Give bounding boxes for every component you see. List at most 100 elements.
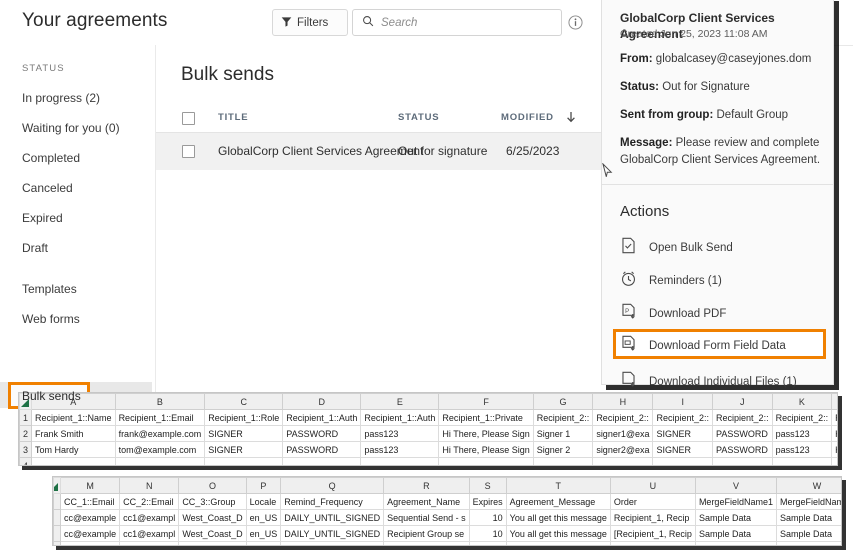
sidebar-item-waiting-for-you[interactable]: Waiting for you (0) — [22, 121, 120, 135]
spreadsheet-cell[interactable]: Recipient_1::Private — [438, 409, 534, 426]
spreadsheet-cell[interactable]: Hi There, Please Sign — [438, 441, 534, 458]
spreadsheet-row[interactable]: 4 — [19, 457, 837, 465]
column-letter-header[interactable]: J — [712, 393, 773, 410]
spreadsheet-cell[interactable]: pass123 — [360, 441, 440, 458]
spreadsheet-cell[interactable] — [592, 457, 654, 465]
spreadsheet-cell[interactable]: Sample Data — [694, 525, 777, 542]
spreadsheet-cell[interactable]: Hi There, Please Sign — [438, 425, 534, 442]
spreadsheet-row[interactable]: 3 Tom Hardy tom@example.com SIGNER PASSWORD p… — [19, 441, 837, 458]
spreadsheet-cell[interactable]: MergeFieldName2 — [775, 493, 841, 510]
spreadsheet-cell[interactable]: frank@example.com — [114, 425, 206, 442]
column-letter-header[interactable]: P — [245, 477, 282, 494]
search-input[interactable]: Search — [352, 9, 562, 36]
column-letter-header[interactable]: D — [282, 393, 362, 410]
spreadsheet-cell[interactable]: West_Coast_D — [178, 525, 247, 542]
action-download-pdf[interactable]: P Download PDF — [620, 300, 825, 327]
column-letter-header[interactable]: I — [652, 393, 714, 410]
column-letter-header[interactable]: O — [178, 477, 247, 494]
sidebar-item-canceled[interactable]: Canceled — [22, 181, 73, 195]
spreadsheet-cell[interactable]: signer2@exa — [592, 441, 654, 458]
spreadsheet-cell[interactable]: Hi There, Ple — [831, 441, 837, 458]
spreadsheet-cell[interactable]: Frank Smith — [31, 425, 116, 442]
sidebar-item-expired[interactable]: Expired — [22, 211, 63, 225]
spreadsheet-cell[interactable]: 10 — [468, 525, 507, 542]
spreadsheet-cell[interactable]: DAILY_UNTIL_SIGNED — [280, 509, 385, 526]
spreadsheet-cell[interactable]: 10 — [468, 509, 507, 526]
spreadsheet-cell[interactable]: PASSWORD — [712, 441, 773, 458]
info-circle-icon[interactable] — [568, 15, 583, 30]
column-letter-header[interactable]: U — [609, 477, 696, 494]
spreadsheet-cell[interactable]: cc1@exampl — [119, 525, 180, 542]
spreadsheet-cell[interactable]: signer1@exa — [592, 425, 654, 442]
column-letter-header[interactable]: M — [59, 477, 121, 494]
spreadsheet-cell[interactable]: en_US — [245, 525, 282, 542]
spreadsheet-cell[interactable]: Agreement_Name — [383, 493, 470, 510]
column-header-modified[interactable]: MODIFIED — [501, 112, 554, 123]
spreadsheet-cell[interactable] — [712, 457, 773, 465]
spreadsheet-cell[interactable]: Recipient Group se — [383, 525, 470, 542]
column-letter-header[interactable]: W — [775, 477, 841, 494]
column-letter-header[interactable]: Q — [280, 477, 385, 494]
spreadsheet-cell[interactable] — [468, 541, 507, 545]
action-open-bulk-send[interactable]: Open Bulk Send — [620, 234, 825, 261]
row-number-header[interactable] — [53, 509, 61, 526]
spreadsheet-cell[interactable] — [694, 541, 777, 545]
spreadsheet-cell[interactable]: PASSWORD — [282, 425, 362, 442]
spreadsheet-cell[interactable]: Expires — [468, 493, 507, 510]
column-letter-header[interactable]: H — [592, 393, 654, 410]
spreadsheet-cell[interactable]: tom@example.com — [114, 441, 206, 458]
spreadsheet-cell[interactable]: CC_1::Email — [59, 493, 121, 510]
spreadsheet-cell[interactable]: Recipient_1::Auth — [282, 409, 362, 426]
spreadsheet-cell[interactable]: You all get this message — [505, 509, 611, 526]
spreadsheet-cell[interactable]: Recipient_2:: — [712, 409, 773, 426]
spreadsheet-cell[interactable] — [114, 457, 206, 465]
spreadsheet-cell[interactable]: SIGNER — [204, 425, 284, 442]
row-number-header[interactable]: 2 — [19, 425, 33, 442]
column-letter-header[interactable]: F — [438, 393, 534, 410]
filters-button[interactable]: Filters — [272, 9, 348, 36]
column-letter-header[interactable]: T — [505, 477, 611, 494]
row-number-header[interactable] — [53, 541, 61, 545]
spreadsheet-agreement-fields[interactable]: M N O P Q R S T U V W CC_1::Email CC_2::Email CC_3::G… — [52, 476, 842, 546]
spreadsheet-cell[interactable] — [831, 457, 837, 465]
spreadsheet-cell[interactable] — [383, 541, 470, 545]
spreadsheet-cell[interactable]: Locale — [245, 493, 282, 510]
spreadsheet-cell[interactable]: Recipient_2:: — [771, 409, 833, 426]
spreadsheet-cell[interactable] — [775, 541, 841, 545]
spreadsheet-cell[interactable] — [280, 541, 385, 545]
select-all-checkbox[interactable] — [182, 112, 195, 125]
column-letter-header[interactable]: E — [360, 393, 440, 410]
sidebar-item-draft[interactable]: Draft — [22, 241, 48, 255]
column-letter-header[interactable]: R — [383, 477, 470, 494]
spreadsheet-table-1[interactable]: ABCDEFGHIJKL1Recipient_1::NameRecipient_… — [19, 393, 837, 465]
spreadsheet-cell[interactable] — [282, 457, 362, 465]
spreadsheet-cell[interactable]: You all get this message — [505, 525, 611, 542]
spreadsheet-row[interactable] — [53, 541, 841, 545]
spreadsheet-cell[interactable]: Recipient_2:: — [831, 409, 837, 426]
spreadsheet-cell[interactable] — [31, 457, 116, 465]
spreadsheet-cell[interactable] — [771, 457, 833, 465]
row-number-header[interactable]: 3 — [19, 441, 33, 458]
spreadsheet-cell[interactable] — [119, 541, 180, 545]
spreadsheet-cell[interactable]: West_Coast_D — [178, 509, 247, 526]
row-number-header[interactable] — [53, 525, 61, 542]
spreadsheet-recipients[interactable]: ABCDEFGHIJKL1Recipient_1::NameRecipient_… — [18, 392, 838, 466]
spreadsheet-cell[interactable] — [178, 541, 247, 545]
spreadsheet-cell[interactable] — [609, 541, 696, 545]
action-download-individual-files[interactable]: Download Individual Files (1) — [620, 368, 825, 395]
sidebar-item-in-progress[interactable]: In progress (2) — [22, 91, 100, 105]
column-letter-header[interactable]: S — [468, 477, 507, 494]
column-letter-header[interactable]: L — [831, 393, 837, 410]
column-letter-header[interactable]: K — [771, 393, 833, 410]
spreadsheet-cell[interactable]: Recipient_1::Role — [204, 409, 284, 426]
spreadsheet-cell[interactable] — [204, 457, 284, 465]
spreadsheet-cell[interactable]: Tom Hardy — [31, 441, 116, 458]
column-letter-header[interactable]: N — [119, 477, 180, 494]
spreadsheet-cell[interactable]: Recipient_1::Email — [114, 409, 206, 426]
select-all-corner[interactable] — [53, 477, 61, 494]
row-number-header[interactable]: 1 — [19, 409, 33, 426]
spreadsheet-cell[interactable] — [360, 457, 440, 465]
spreadsheet-row[interactable]: 2 Frank Smith frank@example.com SIGNER PASSW… — [19, 425, 837, 442]
spreadsheet-cell[interactable]: pass123 — [771, 441, 833, 458]
spreadsheet-cell[interactable]: Order — [609, 493, 696, 510]
